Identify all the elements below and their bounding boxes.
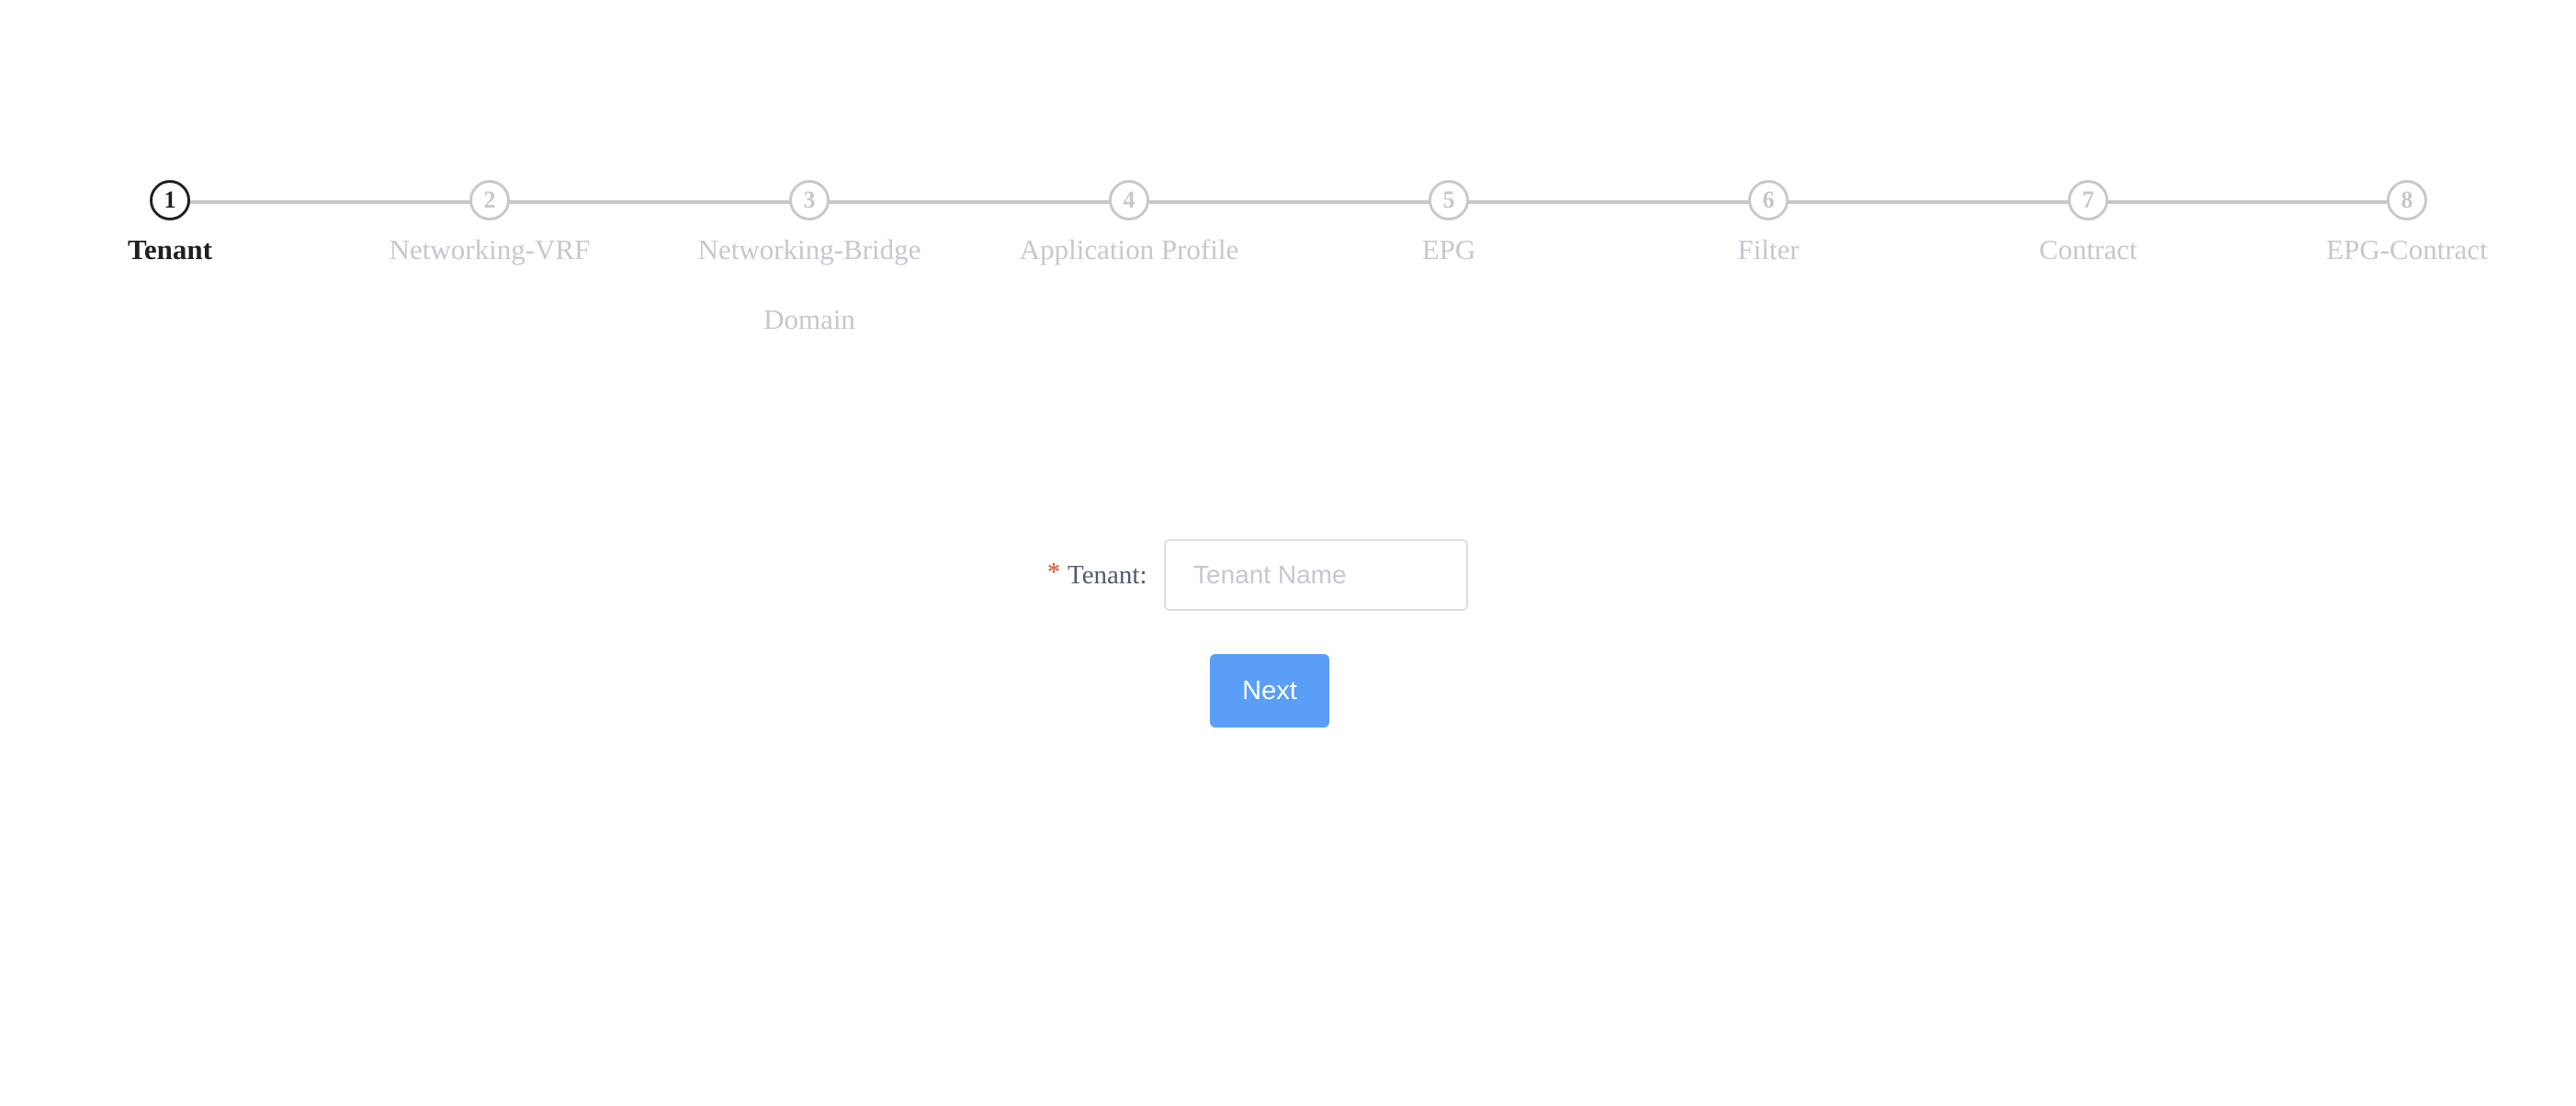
tenant-form-row: * Tenant: [1047,539,1147,611]
step-number-circle: 4 [1109,180,1149,220]
step-application-profile[interactable]: 4 Application Profile [973,180,1285,266]
step-epg[interactable]: 5 EPG [1293,180,1605,266]
step-contract[interactable]: 7 Contract [1932,180,2244,266]
step-number-circle: 8 [2387,180,2427,220]
required-marker: * [1047,559,1060,587]
step-label: Tenant [128,233,212,265]
step-label: Contract [2039,233,2138,265]
step-number-circle: 1 [150,180,190,220]
step-number-circle: 6 [1748,180,1789,220]
step-number-circle: 2 [469,180,510,220]
tenant-label: Tenant: [1068,559,1147,590]
next-button[interactable]: Next [1210,654,1329,728]
step-filter[interactable]: 6 Filter [1612,180,1925,266]
step-label: Filter [1737,233,1800,265]
step-number-circle: 3 [789,180,830,220]
step-label: Networking-Bridge [697,233,921,265]
tenant-name-input[interactable] [1164,539,1468,611]
step-networking-bridge-domain[interactable]: 3 Networking-Bridge Domain [653,180,966,336]
step-networking-vrf[interactable]: 2 Networking-VRF [333,180,646,266]
step-number-circle: 7 [2068,180,2108,220]
step-label: EPG [1421,233,1476,265]
step-label: Application Profile [1019,233,1239,265]
step-epg-contract[interactable]: 8 EPG-Contract [2251,180,2563,266]
step-tenant[interactable]: 1 Tenant [14,180,326,266]
step-label-line2: Domain [763,303,855,335]
wizard-steps: 1 Tenant 2 Networking-VRF 3 Networking-B… [0,0,2576,367]
step-label: EPG-Contract [2326,233,2488,265]
step-label: Networking-VRF [389,233,591,265]
step-number-circle: 5 [1429,180,1469,220]
